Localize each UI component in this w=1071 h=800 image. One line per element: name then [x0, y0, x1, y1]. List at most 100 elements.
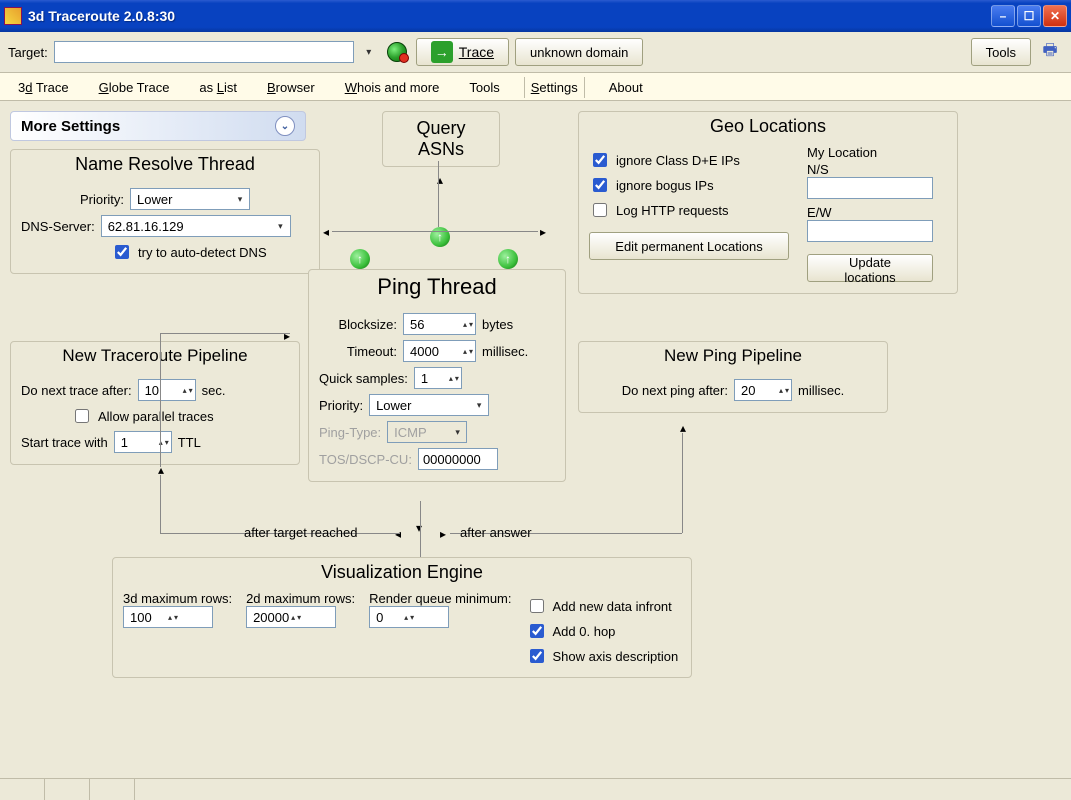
- print-button[interactable]: 🖶: [1037, 39, 1063, 65]
- target-input[interactable]: [54, 41, 354, 63]
- priority-label: Priority:: [80, 192, 124, 207]
- quick-samples-value[interactable]: [419, 370, 449, 387]
- next-ping-after-spinner[interactable]: ▴▾: [734, 379, 792, 401]
- close-button[interactable]: ✕: [1043, 5, 1067, 27]
- panel-visualization-engine: Visualization Engine 3d maximum rows: ▴▾…: [112, 557, 692, 678]
- log-http-checkbox[interactable]: [593, 203, 607, 217]
- arrow-right-icon: ▸: [440, 527, 446, 541]
- dns-server-value[interactable]: [106, 218, 273, 235]
- trace-pipe-title: New Traceroute Pipeline: [11, 342, 299, 368]
- tab-as-list[interactable]: as List: [193, 77, 243, 98]
- panel-geo-locations: Geo Locations ignore Class D+E IPs ignor…: [578, 111, 958, 294]
- show-axis-checkbox[interactable]: [530, 649, 544, 663]
- quick-samples-spinner[interactable]: ▴▾: [414, 367, 462, 389]
- maximize-button[interactable]: ☐: [1017, 5, 1041, 27]
- chevron-down-icon[interactable]: ⌄: [275, 116, 295, 136]
- trace-button[interactable]: → Trace: [416, 38, 509, 66]
- minimize-button[interactable]: –: [991, 5, 1015, 27]
- tab-bar: 3d Trace Globe Trace as List Browser Who…: [0, 73, 1071, 101]
- dns-server-label: DNS-Server:: [21, 219, 95, 234]
- status-cell: [0, 779, 45, 800]
- allow-parallel-checkbox[interactable]: [75, 409, 89, 423]
- dns-server-select[interactable]: ▾: [101, 215, 291, 237]
- add-data-infront-checkbox[interactable]: [530, 599, 544, 613]
- millisec-label: millisec.: [482, 344, 528, 359]
- tab-tools[interactable]: Tools: [463, 77, 505, 98]
- go-button[interactable]: [384, 39, 410, 65]
- blocksize-spinner[interactable]: ▴▾: [403, 313, 476, 335]
- max2d-value[interactable]: [251, 609, 291, 626]
- start-trace-with-value[interactable]: [119, 434, 159, 451]
- more-settings-label: More Settings: [21, 118, 120, 135]
- next-trace-after-spinner[interactable]: ▴▾: [138, 379, 196, 401]
- dropdown-arrow-icon: ▾: [472, 400, 486, 411]
- next-ping-after-value[interactable]: [739, 382, 779, 399]
- dropdown-arrow-icon: ▾: [451, 427, 464, 438]
- priority-value[interactable]: [135, 191, 233, 208]
- flow-node-icon[interactable]: ↑: [498, 249, 518, 269]
- tools-button[interactable]: Tools: [971, 38, 1031, 66]
- ns-input[interactable]: [807, 177, 933, 199]
- arrow-up-icon: ▴: [680, 421, 686, 435]
- geo-title: Geo Locations: [579, 112, 957, 139]
- blocksize-label: Blocksize:: [319, 317, 397, 332]
- stop-dot-icon: [399, 53, 409, 63]
- timeout-value[interactable]: [408, 343, 463, 360]
- ew-label: E/W: [807, 205, 947, 220]
- status-cell: [90, 779, 135, 800]
- ew-input[interactable]: [807, 220, 933, 242]
- query-asn-line1: Query: [383, 118, 499, 139]
- tab-whois[interactable]: Whois and more: [339, 77, 446, 98]
- tab-globe-trace[interactable]: Globe Trace: [93, 77, 176, 98]
- ignore-de-checkbox[interactable]: [593, 153, 607, 167]
- arrow-right-icon: ▸: [540, 225, 546, 239]
- max3d-value[interactable]: [128, 609, 168, 626]
- flow-line: [160, 333, 161, 467]
- more-settings-header[interactable]: More Settings ⌄: [10, 111, 306, 141]
- main-toolbar: Target: ▾ → Trace unknown domain Tools 🖶: [0, 32, 1071, 73]
- tab-about[interactable]: About: [603, 77, 649, 98]
- tos-input[interactable]: [418, 448, 498, 470]
- ping-priority-value[interactable]: [374, 397, 472, 414]
- ttl-label: TTL: [178, 435, 201, 450]
- show-axis-label: Show axis description: [553, 649, 679, 664]
- render-queue-value[interactable]: [374, 609, 404, 626]
- next-trace-after-value[interactable]: [143, 382, 183, 399]
- tab-3d-trace[interactable]: 3d Trace: [12, 77, 75, 98]
- ns-label: N/S: [807, 162, 947, 177]
- ignore-de-label: ignore Class D+E IPs: [616, 153, 740, 168]
- next-trace-after-label: Do next trace after:: [21, 383, 132, 398]
- edit-permanent-locations-button[interactable]: Edit permanent Locations: [589, 232, 789, 260]
- target-dropdown-arrow[interactable]: ▾: [360, 41, 378, 63]
- max2d-label: 2d maximum rows:: [246, 591, 355, 606]
- render-queue-spinner[interactable]: ▴▾: [369, 606, 449, 628]
- ping-type-value: [392, 424, 451, 441]
- flow-node-icon[interactable]: ↑: [430, 227, 450, 247]
- max3d-spinner[interactable]: ▴▾: [123, 606, 213, 628]
- tab-settings[interactable]: Settings: [524, 77, 585, 98]
- panel-query-asn[interactable]: Query ASNs: [382, 111, 500, 167]
- start-trace-with-spinner[interactable]: ▴▾: [114, 431, 172, 453]
- arrow-up-icon: ▴: [158, 463, 164, 477]
- unknown-domain-button[interactable]: unknown domain: [515, 38, 643, 66]
- ping-type-label: Ping-Type:: [319, 425, 381, 440]
- window-titlebar: 3d Traceroute 2.0.8:30 – ☐ ✕: [0, 0, 1071, 32]
- timeout-label: Timeout:: [319, 344, 397, 359]
- ignore-bogus-checkbox[interactable]: [593, 178, 607, 192]
- dropdown-arrow-icon: ▾: [233, 194, 247, 205]
- tab-browser[interactable]: Browser: [261, 77, 321, 98]
- max2d-spinner[interactable]: ▴▾: [246, 606, 336, 628]
- update-locations-button[interactable]: Update locations: [807, 254, 933, 282]
- autodetect-dns-checkbox[interactable]: [115, 245, 129, 259]
- flow-node-icon[interactable]: ↑: [350, 249, 370, 269]
- panel-ping-thread: Ping Thread Blocksize: ▴▾ bytes Timeout:…: [308, 269, 566, 482]
- timeout-spinner[interactable]: ▴▾: [403, 340, 476, 362]
- flow-line: [332, 231, 538, 232]
- priority-select[interactable]: ▾: [130, 188, 250, 210]
- ping-thread-title: Ping Thread: [309, 270, 565, 302]
- blocksize-value[interactable]: [408, 316, 463, 333]
- add-0hop-label: Add 0. hop: [553, 624, 616, 639]
- add-0hop-checkbox[interactable]: [530, 624, 544, 638]
- ping-priority-select[interactable]: ▾: [369, 394, 489, 416]
- ignore-bogus-label: ignore bogus IPs: [616, 178, 714, 193]
